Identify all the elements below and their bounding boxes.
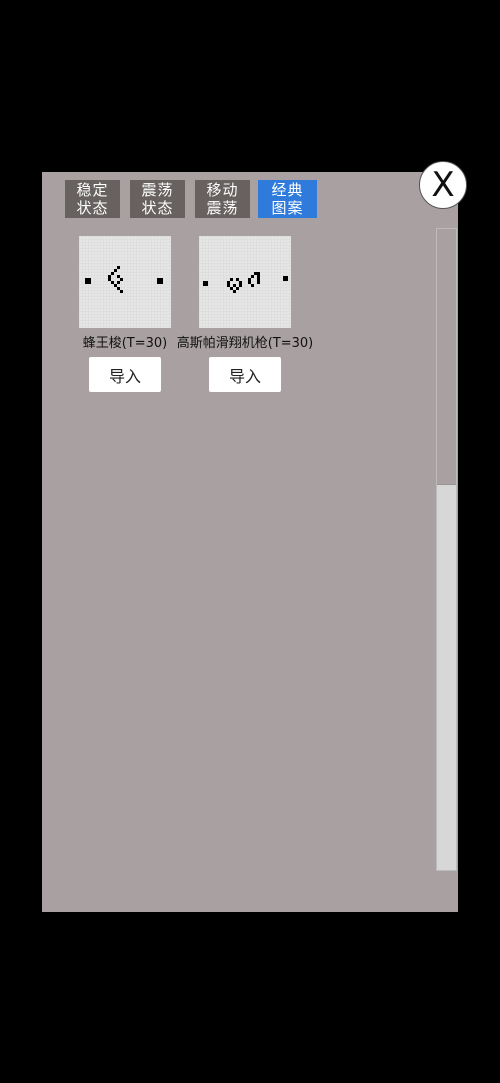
tab-classic-line1: 经典 — [271, 181, 304, 199]
pattern-name-gosper-gun: 高斯帕滑翔机枪(T=30) — [176, 336, 314, 351]
import-button-queen-bee[interactable]: 导入 — [89, 357, 161, 392]
tab-oscillator-line1: 震荡 — [141, 181, 174, 199]
tab-moving-line1: 移动 — [206, 181, 239, 199]
tab-classic-line2: 图案 — [271, 199, 304, 217]
close-icon: X — [431, 165, 455, 205]
close-button[interactable]: X — [419, 161, 467, 209]
tab-oscillator-line2: 状态 — [141, 199, 174, 217]
scrollbar-thumb[interactable] — [437, 229, 456, 485]
pattern-name-queen-bee: 蜂王梭(T=30) — [82, 336, 168, 351]
pattern-thumbnail-queen-bee — [79, 236, 171, 328]
tab-stable-line1: 稳定 — [76, 181, 109, 199]
tab-classic-pattern[interactable]: 经典 图案 — [258, 180, 317, 218]
tab-stable-state[interactable]: 稳定 状态 — [65, 180, 120, 218]
import-button-gosper-gun[interactable]: 导入 — [209, 357, 281, 392]
scrollbar[interactable] — [436, 228, 457, 871]
tab-moving-line2: 震荡 — [206, 199, 239, 217]
tab-moving-oscillator[interactable]: 移动 震荡 — [195, 180, 250, 218]
tab-oscillator[interactable]: 震荡 状态 — [130, 180, 185, 218]
pattern-thumbnail-gosper-gun — [199, 236, 291, 328]
tab-stable-line2: 状态 — [76, 199, 109, 217]
